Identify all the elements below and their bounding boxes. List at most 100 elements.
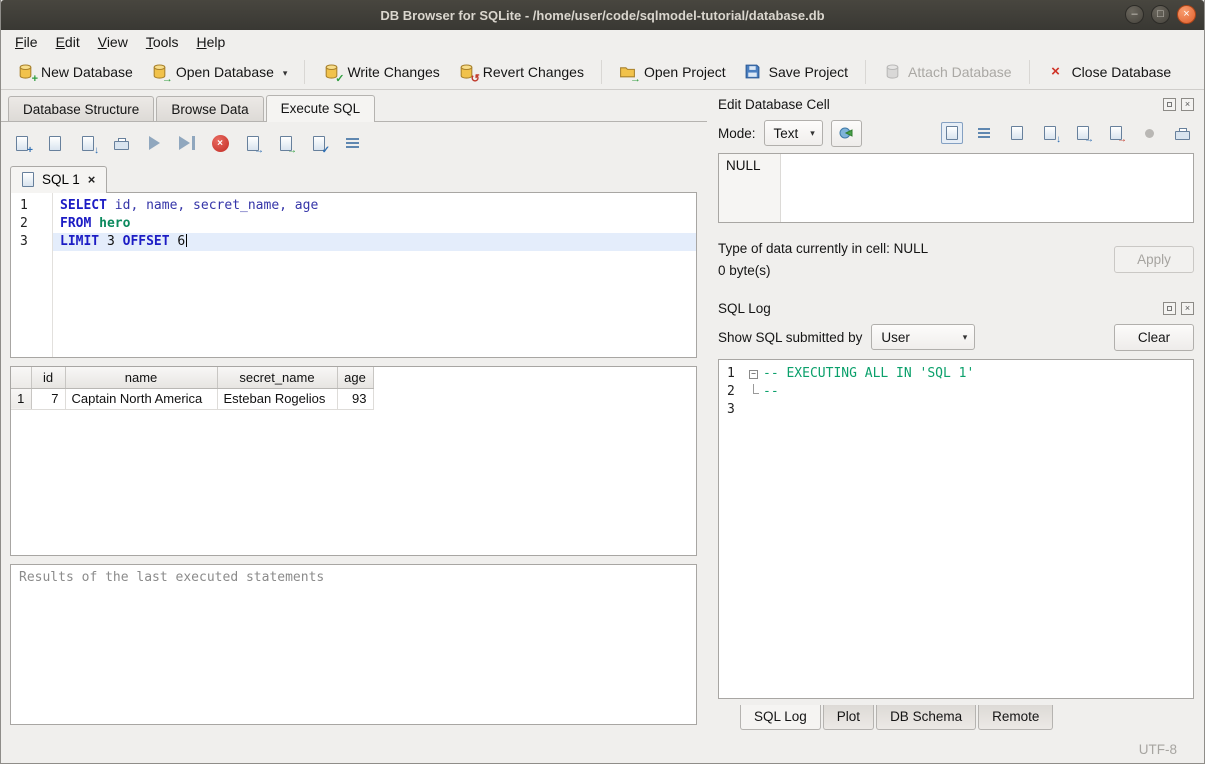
set-null-icon[interactable]: [1137, 121, 1161, 145]
cell-id[interactable]: 7: [31, 388, 65, 409]
cell-name[interactable]: Captain North America: [65, 388, 217, 409]
open-project-button[interactable]: → Open Project: [610, 59, 735, 85]
save-project-button[interactable]: Save Project: [735, 59, 857, 85]
close-panel-icon[interactable]: ×: [1181, 302, 1194, 315]
format-sql-icon[interactable]: [340, 131, 364, 155]
open-database-button[interactable]: → Open Database ▾: [142, 59, 297, 85]
save-results-icon[interactable]: →: [274, 131, 298, 155]
save-project-label: Save Project: [769, 64, 848, 80]
open-database-icon: →: [151, 63, 169, 81]
open-sql-file-icon[interactable]: [43, 131, 67, 155]
stop-icon[interactable]: ×: [208, 131, 232, 155]
tab-plot[interactable]: Plot: [823, 705, 874, 730]
close-database-label: Close Database: [1072, 64, 1172, 80]
menu-help[interactable]: Help: [188, 32, 235, 52]
sql-log-dock-header: SQL Log ×: [718, 297, 1194, 319]
open-database-label: Open Database: [176, 64, 274, 80]
execute-sql-pane: + ↓ × → → ✓ SQL 1 ×: [1, 121, 707, 735]
revert-changes-button[interactable]: ↺ Revert Changes: [449, 59, 593, 85]
title-bar[interactable]: DB Browser for SQLite - /home/user/code/…: [1, 0, 1204, 30]
sql-tab[interactable]: SQL 1 ×: [10, 166, 107, 193]
toolbar-separator: [1029, 60, 1030, 84]
sql-tab-label: SQL 1: [42, 172, 80, 187]
table-row: 1 7 Captain North America Esteban Rogeli…: [11, 388, 373, 409]
import-cell-icon[interactable]: →: [1104, 121, 1128, 145]
submitted-by-select[interactable]: User ▾: [871, 324, 975, 350]
open-database-dropdown-icon[interactable]: ▾: [283, 68, 288, 81]
row-number[interactable]: 1: [11, 388, 31, 409]
save-as-icon[interactable]: ↓: [1038, 121, 1062, 145]
tab-remote[interactable]: Remote: [978, 705, 1053, 730]
text-mode-icon[interactable]: [941, 122, 963, 144]
tab-execute-sql[interactable]: Execute SQL: [266, 95, 376, 122]
mode-select[interactable]: Text ▾: [764, 120, 823, 146]
fold-column: −: [747, 360, 763, 698]
float-panel-icon[interactable]: [1163, 98, 1176, 111]
editor-text[interactable]: SELECT id, name, secret_name, age FROM h…: [53, 193, 696, 357]
main-toolbar: + New Database → Open Database ▾ ✓ Write…: [1, 54, 1204, 90]
code-line-1: SELECT id, name, secret_name, age: [53, 197, 696, 215]
menu-view[interactable]: View: [89, 32, 137, 52]
print-cell-icon[interactable]: [1170, 121, 1194, 145]
import-data-button[interactable]: [831, 120, 862, 147]
menu-file[interactable]: File: [6, 32, 47, 52]
apply-button[interactable]: Apply: [1114, 246, 1194, 273]
attach-database-button: Attach Database: [874, 59, 1021, 85]
code-line-2: FROM hero: [53, 215, 696, 233]
cell-secret-name[interactable]: Esteban Rogelios: [217, 388, 337, 409]
app-window: DB Browser for SQLite - /home/user/code/…: [0, 0, 1205, 764]
float-panel-icon[interactable]: [1163, 302, 1176, 315]
execute-all-icon[interactable]: [142, 131, 166, 155]
bottom-tab-bar: SQL Log Plot DB Schema Remote: [718, 705, 1194, 735]
left-panel: Database Structure Browse Data Execute S…: [1, 90, 707, 735]
export-cell-icon[interactable]: →: [1071, 121, 1095, 145]
maximize-icon[interactable]: □: [1151, 5, 1170, 24]
tab-db-schema[interactable]: DB Schema: [876, 705, 976, 730]
new-database-button[interactable]: + New Database: [7, 59, 142, 85]
log-text: -- EXECUTING ALL IN 'SQL 1' --: [763, 360, 1193, 698]
mode-label: Mode:: [718, 126, 756, 141]
copy-icon[interactable]: [1005, 121, 1029, 145]
print-icon[interactable]: [109, 131, 133, 155]
close-database-button[interactable]: × Close Database: [1038, 59, 1181, 85]
encoding-indicator[interactable]: UTF-8: [1139, 742, 1177, 757]
menu-tools[interactable]: Tools: [137, 32, 188, 52]
cell-value: NULL: [719, 154, 781, 222]
col-header-secret-name[interactable]: secret_name: [217, 367, 337, 388]
write-changes-label: Write Changes: [347, 64, 439, 80]
save-project-icon: [744, 63, 762, 81]
sql-toolbar: + ↓ × → → ✓: [10, 128, 697, 158]
cell-type-info: Type of data currently in cell: NULL: [718, 241, 928, 256]
col-header-age[interactable]: age: [337, 367, 373, 388]
save-sql-file-icon[interactable]: ↓: [76, 131, 100, 155]
col-header-id[interactable]: id: [31, 367, 65, 388]
col-header-name[interactable]: name: [65, 367, 217, 388]
tab-browse-data[interactable]: Browse Data: [156, 96, 263, 121]
cell-value-editor[interactable]: NULL: [718, 153, 1194, 223]
minimize-icon[interactable]: –: [1125, 5, 1144, 24]
cell-age[interactable]: 93: [337, 388, 373, 409]
tab-database-structure[interactable]: Database Structure: [8, 96, 154, 121]
fold-collapse-icon[interactable]: −: [749, 370, 758, 379]
code-line-3: LIMIT 3 OFFSET 6: [53, 233, 696, 251]
new-tab-icon[interactable]: +: [10, 131, 34, 155]
log-line-2: --: [763, 383, 1193, 401]
sql-tab-close-icon[interactable]: ×: [88, 172, 96, 187]
find-replace-icon[interactable]: ✓: [307, 131, 331, 155]
edit-cell-dock-header: Edit Database Cell ×: [718, 93, 1194, 115]
execute-current-line-icon[interactable]: [175, 131, 199, 155]
menu-edit[interactable]: Edit: [47, 32, 89, 52]
sql-log-title: SQL Log: [718, 301, 771, 316]
sql-editor[interactable]: 1 2 3 SELECT id, name, secret_name, age …: [10, 192, 697, 358]
right-panel: Edit Database Cell × Mode: Text ▾: [712, 90, 1204, 735]
close-panel-icon[interactable]: ×: [1181, 98, 1194, 111]
tab-sql-log[interactable]: SQL Log: [740, 705, 821, 730]
text-cursor: [186, 234, 187, 247]
sql-log-view: 1 2 3 − -- EXECUTING ALL IN 'SQL 1' --: [718, 359, 1194, 699]
write-changes-button[interactable]: ✓ Write Changes: [313, 59, 448, 85]
export-results-icon[interactable]: →: [241, 131, 265, 155]
close-icon[interactable]: ×: [1177, 5, 1196, 24]
word-wrap-icon[interactable]: [972, 121, 996, 145]
clear-button[interactable]: Clear: [1114, 324, 1194, 351]
sql-tab-bar: SQL 1 ×: [10, 161, 697, 192]
